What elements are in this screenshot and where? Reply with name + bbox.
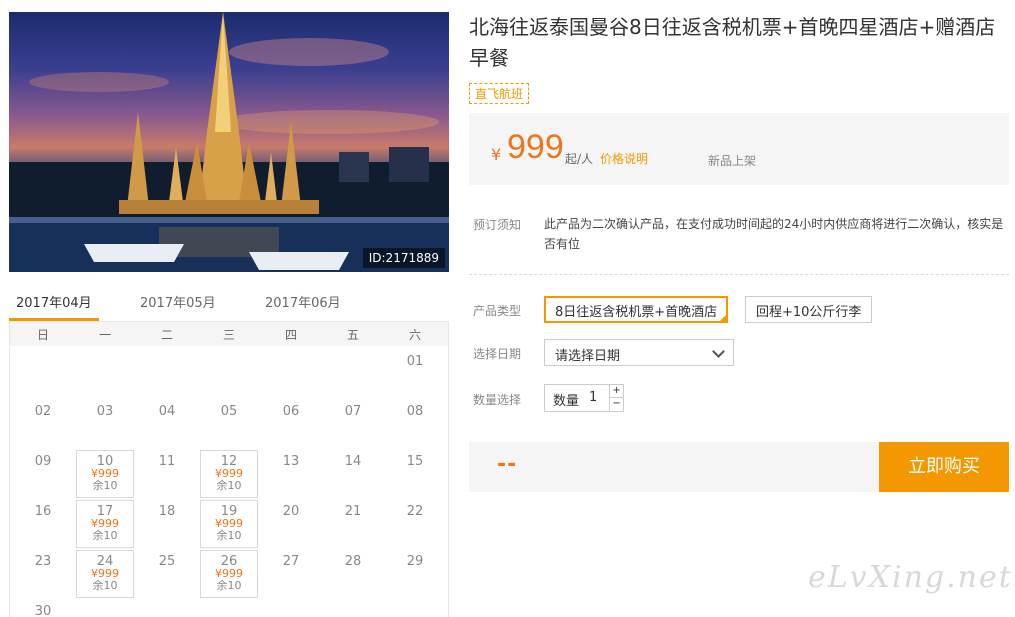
quantity-increment-button[interactable]: + — [609, 385, 623, 398]
calendar-day: 16 — [34, 504, 52, 519]
calendar-day-available[interactable]: 12 ¥999 余10 — [200, 450, 258, 498]
calendar-day: 28 — [344, 554, 362, 569]
calendar-day: 13 — [282, 454, 300, 469]
product-type-option-label: 8日往返含税机票+首晚酒店 — [555, 305, 718, 320]
calendar-day: 09 — [34, 454, 52, 469]
booking-notice-text: 此产品为二次确认产品，在支付成功时间起的24小时内供应商将进行二次确认，核实是否… — [544, 217, 1004, 251]
calendar-day-available[interactable]: 24 ¥999 余10 — [76, 550, 134, 598]
calendar-day: 22 — [406, 504, 424, 519]
calendar-day: 15 — [406, 454, 424, 469]
calendar-day: 05 — [220, 404, 238, 419]
calendar-day: 08 — [406, 404, 424, 419]
weekday-label: 五 — [346, 328, 359, 342]
buy-now-button[interactable]: 立即购买 — [879, 442, 1009, 492]
quantity-decrement-button[interactable]: − — [609, 398, 623, 411]
price-unit: 起/人 — [565, 152, 594, 166]
quantity-label: 数量选择 — [473, 393, 522, 407]
quantity-value[interactable]: 1 — [589, 390, 597, 405]
product-type-option-selected[interactable]: 8日往返含税机票+首晚酒店 — [544, 296, 729, 323]
new-product-badge: 新品上架 — [708, 154, 757, 168]
calendar-day: 07 — [344, 404, 362, 419]
calendar-day-available[interactable]: 17 ¥999 余10 — [76, 500, 134, 548]
tab-month-2[interactable]: 2017年05月 — [140, 292, 216, 311]
price-note-link[interactable]: 价格说明 — [600, 150, 648, 167]
hero-image: ID:2171889 — [9, 12, 449, 272]
currency-symbol: ¥ — [491, 145, 502, 164]
calendar-day: 06 — [282, 404, 300, 419]
calendar-day-available[interactable]: 19 ¥999 余10 — [200, 500, 258, 548]
calendar-day: 23 — [34, 554, 52, 569]
calendar-day: 30 — [34, 604, 52, 617]
calendar-day: 25 — [158, 554, 176, 569]
direct-flight-tag: 直飞航班 — [469, 83, 530, 104]
divider — [469, 274, 1009, 275]
date-select[interactable]: 请选择日期 — [544, 339, 734, 366]
tab-month-1[interactable]: 2017年04月 — [16, 292, 92, 311]
calendar-day: 18 — [158, 504, 176, 519]
watermark: eLvXing.net — [808, 560, 1013, 595]
active-tab-indicator — [9, 318, 99, 321]
calendar: 日 一 二 三 四 五 六 01 02 03 04 05 06 07 08 09… — [9, 322, 449, 617]
chevron-down-icon — [712, 345, 725, 358]
month-tabs: 2017年04月 2017年05月 2017年06月 — [9, 288, 449, 322]
date-select-label: 选择日期 — [473, 347, 522, 361]
calendar-day-available[interactable]: 10 ¥999 余10 — [76, 450, 134, 498]
weekday-label: 六 — [408, 328, 421, 342]
weekday-label: 一 — [98, 328, 111, 342]
calendar-day: 04 — [158, 404, 176, 419]
calendar-day: 27 — [282, 554, 300, 569]
selected-check-icon — [718, 313, 729, 323]
total-bar: -- — [469, 442, 879, 492]
booking-notice-label: 预订须知 — [473, 218, 522, 232]
product-title: 北海往返泰国曼谷8日往返含税机票+首晚四星酒店+赠酒店早餐 — [469, 15, 996, 70]
total-price: -- — [497, 452, 518, 477]
product-type-option[interactable]: 回程+10公斤行李 — [745, 296, 873, 323]
product-type-option-label: 回程+10公斤行李 — [756, 305, 862, 320]
weekday-header: 日 一 二 三 四 五 六 — [10, 322, 448, 346]
calendar-day: 21 — [344, 504, 362, 519]
temple-illustration — [9, 12, 449, 272]
calendar-day: 01 — [406, 354, 424, 369]
quantity-stepper: 数量 1 + − — [544, 384, 624, 412]
price-box: ¥ 999 起/人 价格说明 新品上架 — [469, 113, 1009, 185]
date-select-value: 请选择日期 — [555, 349, 621, 364]
weekday-label: 四 — [284, 328, 297, 342]
product-price: 999 — [507, 128, 564, 166]
calendar-day-available[interactable]: 26 ¥999 余10 — [200, 550, 258, 598]
calendar-day: 03 — [96, 404, 114, 419]
calendar-day: 20 — [282, 504, 300, 519]
calendar-day: 14 — [344, 454, 362, 469]
calendar-day: 11 — [158, 454, 176, 469]
tab-month-3[interactable]: 2017年06月 — [265, 292, 341, 311]
calendar-day: 02 — [34, 404, 52, 419]
calendar-day: 29 — [406, 554, 424, 569]
image-id-label: ID:2171889 — [362, 248, 445, 268]
weekday-label: 二 — [160, 328, 173, 342]
weekday-label: 三 — [222, 328, 235, 342]
product-type-label: 产品类型 — [473, 304, 522, 318]
quantity-name: 数量 — [553, 394, 580, 409]
weekday-label: 日 — [36, 328, 49, 342]
